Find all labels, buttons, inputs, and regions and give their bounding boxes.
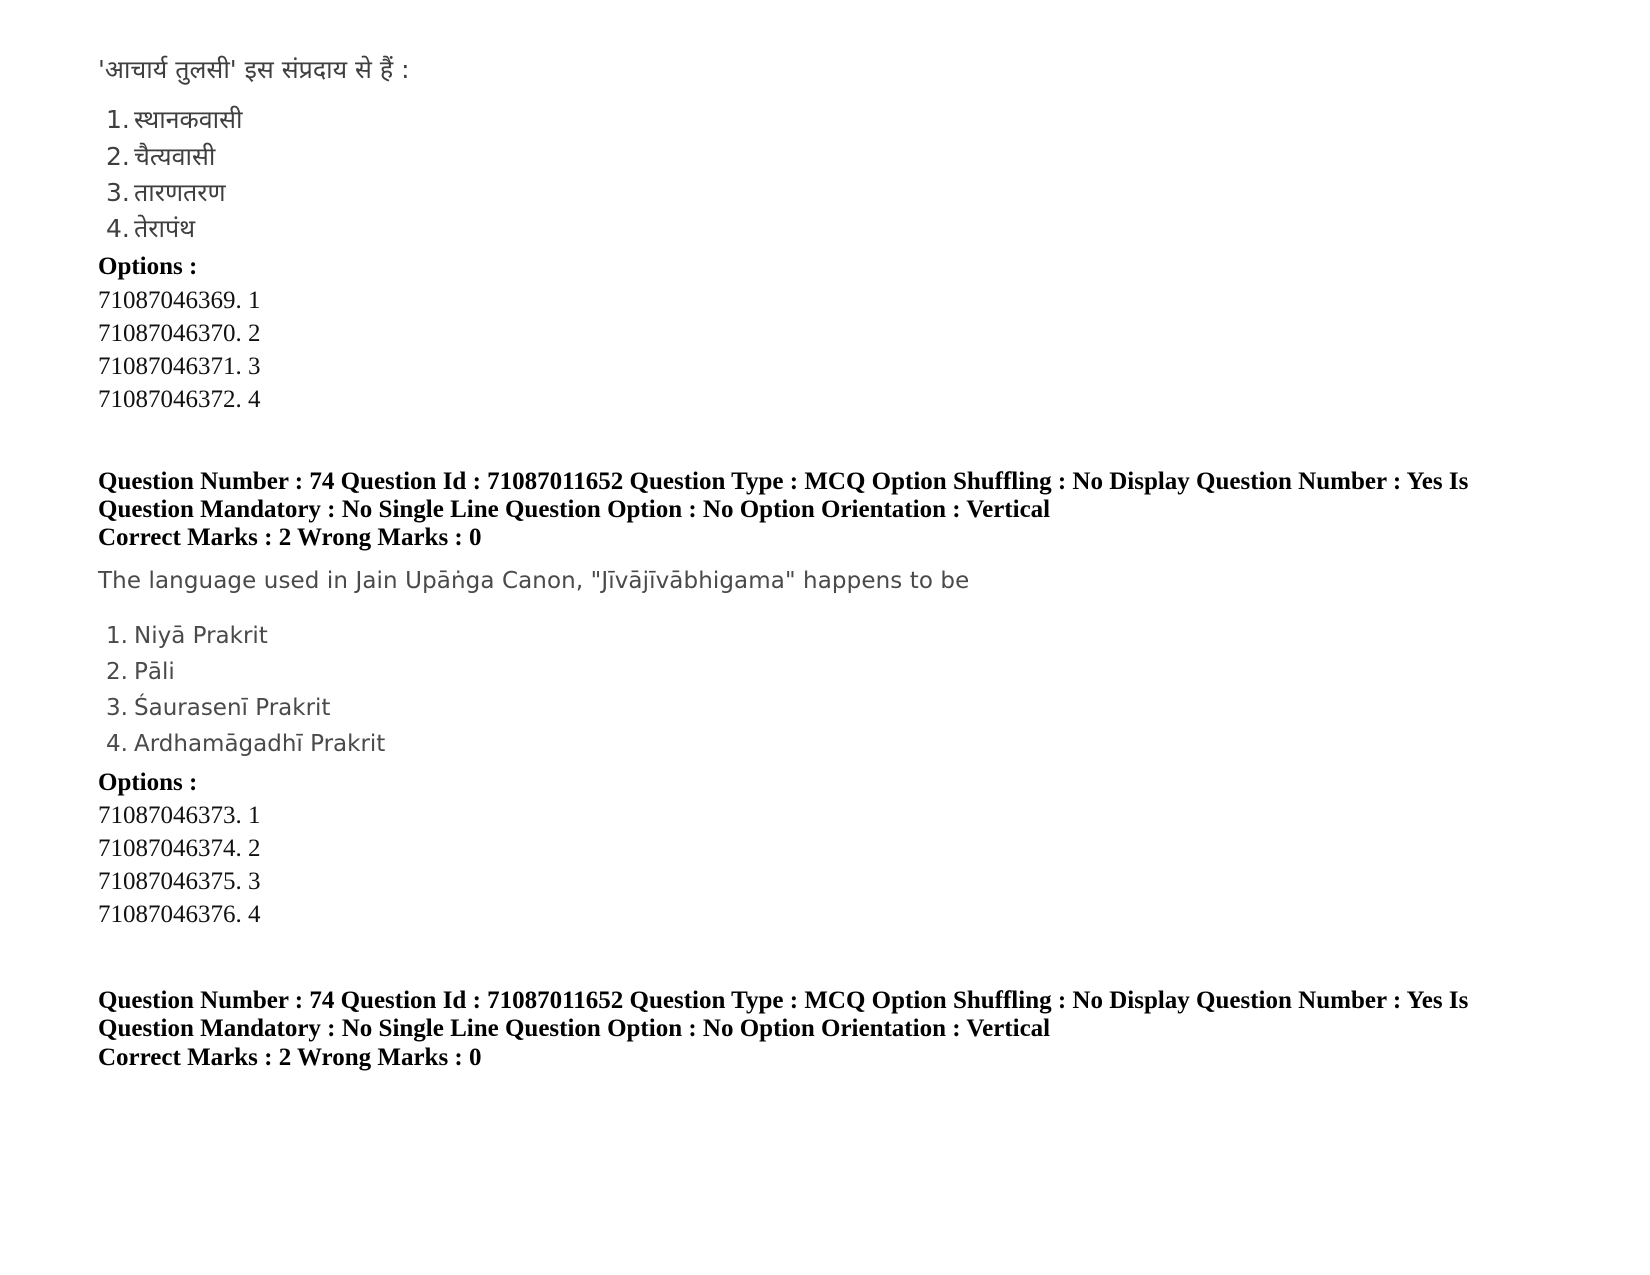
question-block-hindi: 'आचार्य तुलसी' इस संप्रदाय से हैं : 1. स… <box>98 52 1518 416</box>
answer-option[interactable]: 1. Niyā Prakrit <box>98 619 1518 655</box>
answer-option[interactable]: 3. Śaurasenī Prakrit <box>98 691 1518 727</box>
answer-option[interactable]: 3. तारणतरण <box>98 175 1518 211</box>
option-number: 1. <box>106 105 130 135</box>
answer-option[interactable]: 4. Ardhamāgadhī Prakrit <box>98 727 1518 763</box>
metadata-line-mandatory: Question Mandatory : No Single Line Ques… <box>98 496 1051 523</box>
document-page: 'आचार्य तुलसी' इस संप्रदाय से हैं : 1. स… <box>0 0 1650 1275</box>
options-heading: Options : <box>98 768 198 796</box>
option-number: 1. <box>106 623 128 650</box>
option-id-row: 71087046375. 3 <box>98 868 261 896</box>
metadata-line-identity: Question Number : 74 Question Id : 71087… <box>98 987 1469 1015</box>
option-id-row: 71087046373. 1 <box>98 802 261 830</box>
option-label: तेरापंथ <box>134 214 196 243</box>
option-number: 4. <box>106 214 130 243</box>
option-label: स्थानकवासी <box>134 105 243 135</box>
option-number: 2. <box>106 141 130 171</box>
question-stem-hindi: 'आचार्य तुलसी' इस संप्रदाय से हैं : <box>98 55 410 84</box>
option-id-row: 71087046376. 4 <box>98 901 261 929</box>
option-id-row: 71087046369. 1 <box>98 286 261 314</box>
question-metadata-block-1: Question Number : 74 Question Id : 71087… <box>98 468 1518 553</box>
answer-option[interactable]: 2. चैत्यवासी <box>98 139 1518 175</box>
option-id-list-hindi: 71087046369. 1 71087046370. 2 7108704637… <box>98 284 1518 416</box>
option-id-row: 71087046372. 4 <box>98 385 261 413</box>
option-number: 3. <box>106 694 128 721</box>
question-metadata-block-2: Question Number : 74 Question Id : 71087… <box>98 987 1518 1072</box>
answer-option[interactable]: 4. तेरापंथ <box>98 211 1518 247</box>
option-label: Niyā Prakrit <box>134 623 268 650</box>
answer-option-list-hindi: 1. स्थानकवासी 2. चैत्यवासी 3. तारणतरण 4.… <box>98 102 1518 247</box>
metadata-line-identity: Question Number : 74 Question Id : 71087… <box>98 467 1469 495</box>
metadata-line-marks: Correct Marks : 2 Wrong Marks : 0 <box>98 524 482 552</box>
option-id-list-english: 71087046373. 1 71087046374. 2 7108704637… <box>98 799 1518 931</box>
option-label: तारणतरण <box>134 177 226 207</box>
metadata-line-mandatory: Question Mandatory : No Single Line Ques… <box>98 1015 1051 1043</box>
option-id-row: 71087046371. 3 <box>98 352 261 380</box>
option-label: Pāli <box>134 659 175 686</box>
answer-option[interactable]: 2. Pāli <box>98 655 1518 691</box>
option-label: चैत्यवासी <box>134 141 216 171</box>
option-number: 3. <box>106 177 130 207</box>
document-content: 'आचार्य तुलसी' इस संप्रदाय से हैं : 1. स… <box>98 52 1518 1072</box>
metadata-line-marks: Correct Marks : 2 Wrong Marks : 0 <box>98 1043 482 1071</box>
answer-option-list-english: 1. Niyā Prakrit 2. Pāli 3. Śaurasenī Pra… <box>98 619 1518 763</box>
option-number: 2. <box>106 659 128 686</box>
option-label: Ardhamāgadhī Prakrit <box>134 730 386 757</box>
option-label: Śaurasenī Prakrit <box>134 694 331 721</box>
question-stem-english: The language used in Jain Upāṅga Canon, … <box>98 567 970 594</box>
question-block-english: The language used in Jain Upāṅga Canon, … <box>98 565 1518 932</box>
option-number: 4. <box>106 730 128 757</box>
option-id-row: 71087046370. 2 <box>98 319 261 347</box>
answer-option[interactable]: 1. स्थानकवासी <box>98 102 1518 138</box>
option-id-row: 71087046374. 2 <box>98 835 261 863</box>
options-heading: Options : <box>98 253 198 281</box>
